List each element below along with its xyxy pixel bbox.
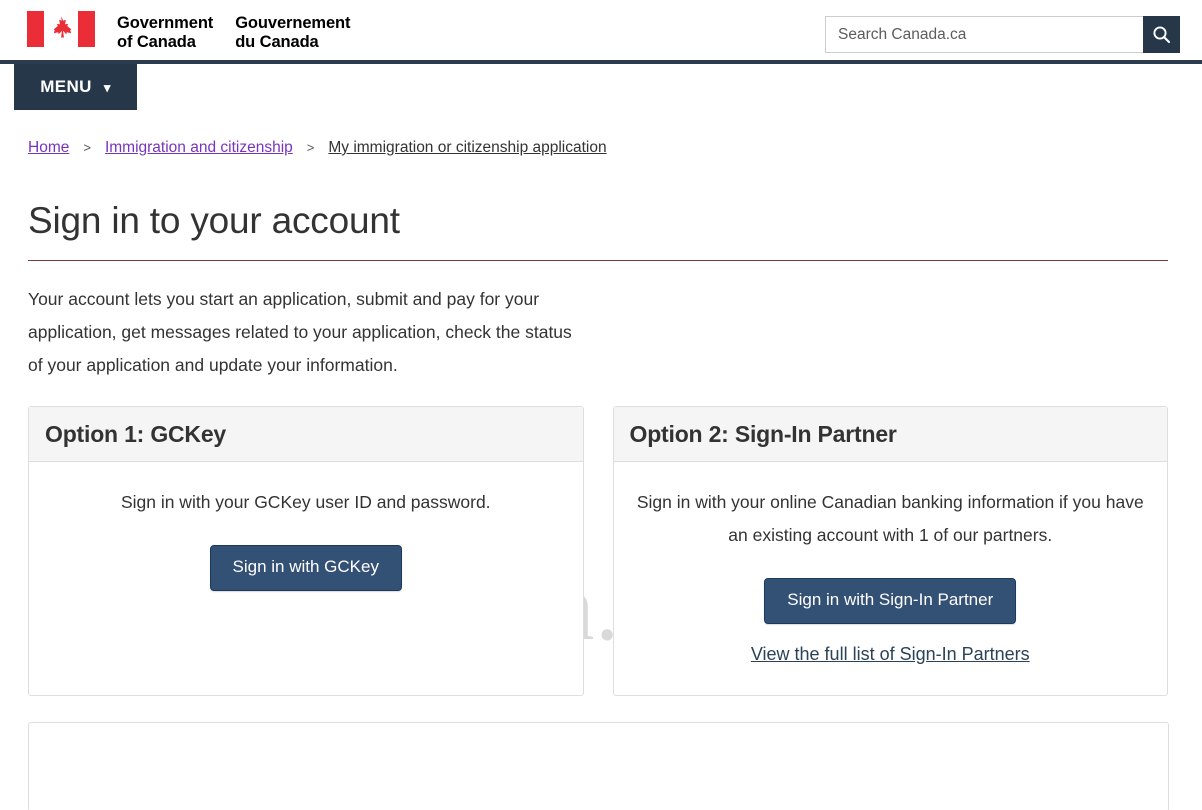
option-panel-partial xyxy=(28,722,1169,810)
main-content: Sign in to your account Your account let… xyxy=(0,200,1202,810)
sign-in-with-gckey-button[interactable]: Sign in with GCKey xyxy=(209,545,402,591)
breadcrumb-separator: > xyxy=(83,140,91,155)
sign-in-with-sign-in-partner-button[interactable]: Sign in with Sign-In Partner xyxy=(764,578,1017,624)
option-panel-body: Sign in with your GCKey user ID and pass… xyxy=(29,462,583,677)
page-title: Sign in to your account xyxy=(28,200,400,241)
government-of-canada-brand[interactable]: Government of Canada Gouvernement du Can… xyxy=(27,8,351,52)
option-2-description: Sign in with your online Canadian bankin… xyxy=(636,492,1144,545)
breadcrumb-item-immigration-and-citizenship[interactable]: Immigration and citizenship xyxy=(105,138,293,158)
option-2-heading: Option 2: Sign-In Partner xyxy=(629,421,897,447)
wordmark-fr: Gouvernement du Canada xyxy=(235,14,351,51)
title-divider xyxy=(28,260,1168,261)
wordmark-en: Government of Canada xyxy=(117,14,214,51)
menu-button-label: MENU xyxy=(40,77,92,96)
wordmark: Government of Canada Gouvernement du Can… xyxy=(117,14,351,52)
chevron-down-icon: ▾ xyxy=(103,79,111,95)
option-panel-body: Sign in with your online Canadian bankin… xyxy=(614,462,1168,695)
intro-paragraph: Your account lets you start an applicati… xyxy=(28,289,572,375)
menu-bar: MENU ▾ xyxy=(0,60,1202,114)
option-panel-header: Option 2: Sign-In Partner xyxy=(613,407,1167,462)
site-search xyxy=(825,16,1180,53)
breadcrumb-separator: > xyxy=(306,140,315,155)
search-icon xyxy=(1153,26,1171,44)
option-panel-gckey: Option 1: GCKey Sign in with your GCKey … xyxy=(28,406,584,696)
canada-flag-icon xyxy=(27,11,95,47)
search-input[interactable] xyxy=(825,16,1143,53)
view-full-list-of-sign-in-partners-link[interactable]: View the full list of Sign-In Partners xyxy=(636,644,1146,665)
option-panel-sign-in-partner: Option 2: Sign-In Partner Sign in with y… xyxy=(612,406,1168,696)
option-1-description: Sign in with your GCKey user ID and pass… xyxy=(120,492,491,512)
option-panel-header: Option 1: GCKey xyxy=(29,407,583,462)
page-root: Government of Canada Gouvernement du Can… xyxy=(0,0,1202,810)
search-button[interactable] xyxy=(1143,16,1180,53)
breadcrumb: Home > Immigration and citizenship > My … xyxy=(0,114,1202,158)
option-1-heading: Option 1: GCKey xyxy=(45,421,227,447)
menu-button[interactable]: MENU ▾ xyxy=(14,64,137,110)
signin-options: Option 1: GCKey Sign in with your GCKey … xyxy=(28,406,1168,696)
site-header: Government of Canada Gouvernement du Can… xyxy=(0,0,1202,60)
breadcrumb-item-my-application[interactable]: My immigration or citizenship applicatio… xyxy=(328,138,606,158)
breadcrumb-item-home[interactable]: Home xyxy=(28,138,69,158)
